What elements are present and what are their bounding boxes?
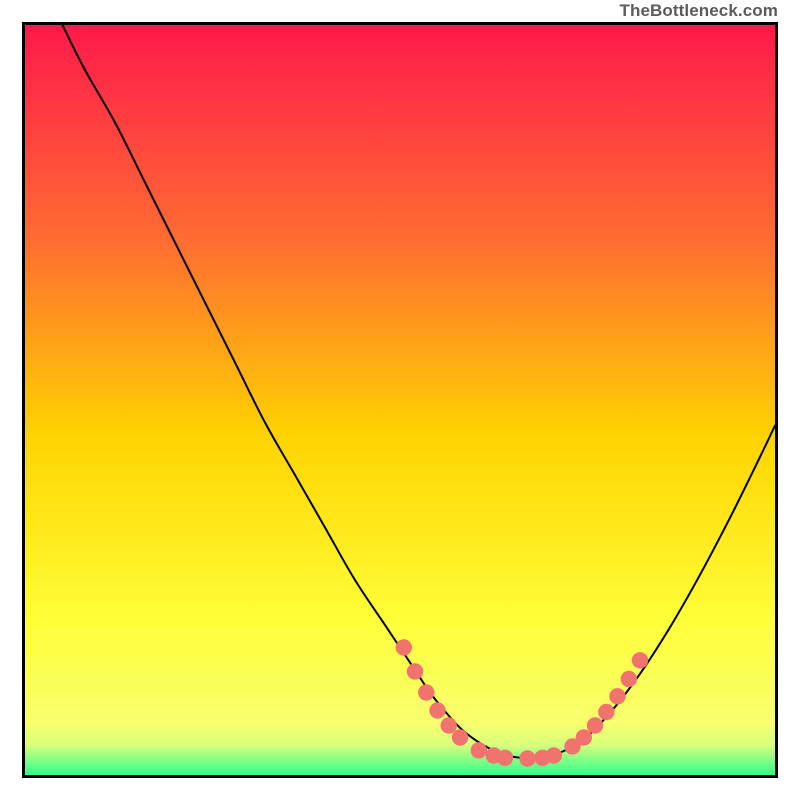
plot-frame <box>22 22 778 778</box>
data-marker <box>407 663 423 679</box>
data-marker <box>418 684 434 700</box>
data-marker <box>396 639 412 655</box>
data-marker <box>519 750 535 766</box>
data-marker <box>609 688 625 704</box>
plot-svg <box>25 25 775 775</box>
data-marker <box>576 729 592 745</box>
data-marker <box>632 652 648 668</box>
data-marker <box>497 750 513 766</box>
data-marker <box>546 747 562 763</box>
data-marker <box>441 717 457 733</box>
gradient-background <box>25 25 775 775</box>
data-marker <box>587 717 603 733</box>
data-marker <box>598 704 614 720</box>
chart-canvas: TheBottleneck.com <box>0 0 800 800</box>
data-marker <box>429 702 445 718</box>
data-marker <box>621 671 637 687</box>
data-marker <box>452 729 468 745</box>
data-marker <box>471 742 487 758</box>
credit-text: TheBottleneck.com <box>619 0 778 22</box>
